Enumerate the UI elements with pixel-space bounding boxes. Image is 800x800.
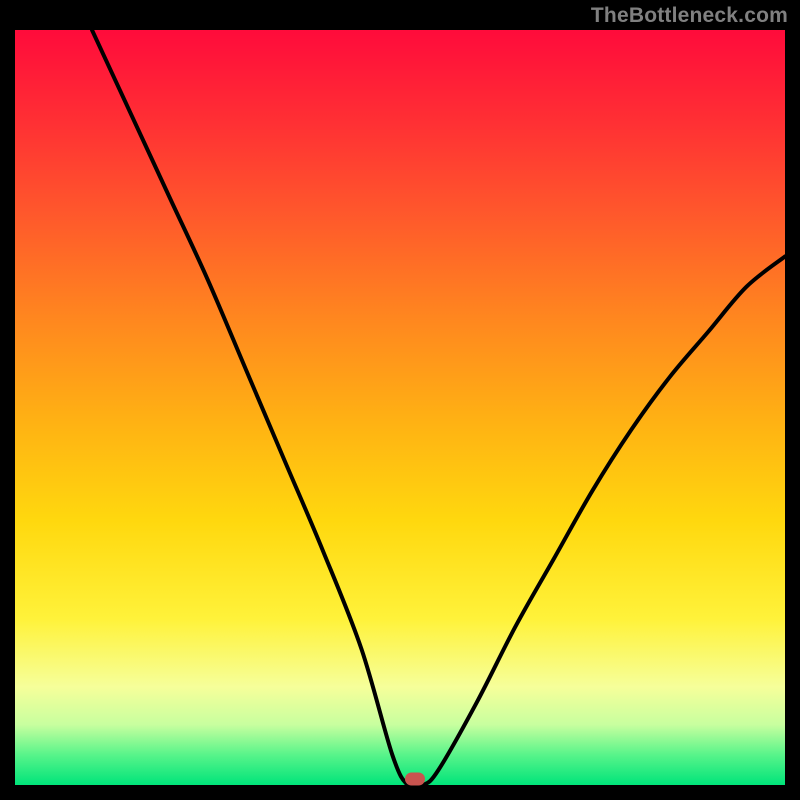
plot-area <box>15 30 785 785</box>
curve-svg <box>15 30 785 785</box>
min-marker <box>405 773 425 786</box>
attribution-text: TheBottleneck.com <box>591 4 788 28</box>
chart-stage: TheBottleneck.com <box>0 0 800 800</box>
bottleneck-curve <box>92 30 785 785</box>
